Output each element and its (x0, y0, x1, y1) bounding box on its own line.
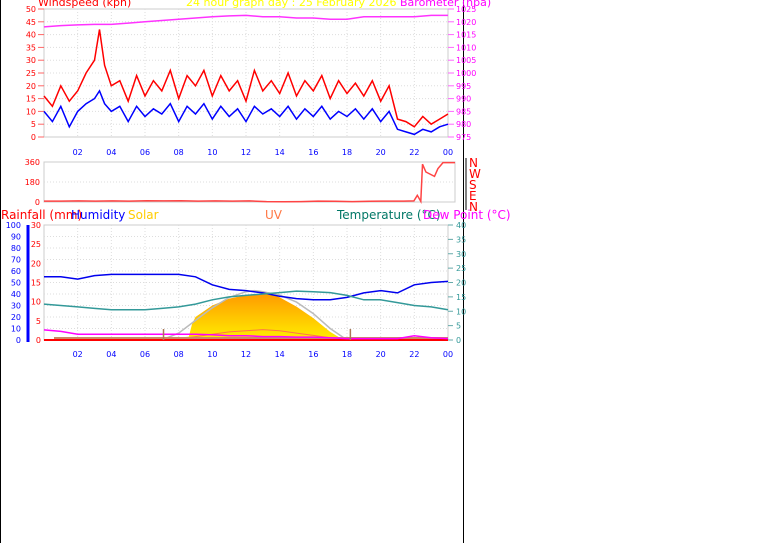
windspeed-tick: 20 (26, 82, 36, 91)
x-tick-label: 06 (140, 350, 150, 359)
legend-humidity: Humidity (71, 208, 126, 222)
humidity-tick: 50 (11, 279, 21, 288)
windspeed-tick: 25 (26, 69, 36, 78)
x-tick-label: 00 (443, 350, 453, 359)
plot-area (43, 161, 456, 203)
x-tick-label: 20 (376, 350, 386, 359)
x-tick-label: 00 (443, 148, 453, 157)
humidity-tick: 40 (11, 290, 21, 299)
x-tick-label: 18 (342, 148, 352, 157)
barometer-tick: 1015 (456, 31, 476, 40)
windspeed-tick: 40 (26, 31, 36, 40)
temperature-tick: 5 (456, 322, 461, 331)
rainfall-tick: 5 (36, 317, 41, 326)
barometer-tick: 995 (456, 82, 471, 91)
barometer-tick: 1020 (456, 18, 476, 27)
barometer-tick: 1005 (456, 56, 476, 65)
x-tick-label: 20 (376, 148, 386, 157)
barometer-tick: 990 (456, 95, 471, 104)
barometer-axis-label: Barometer (hpa) (400, 0, 492, 9)
humidity-tick: 90 (11, 233, 21, 242)
x-tick-label: 18 (342, 350, 352, 359)
windspeed-tick: 30 (26, 56, 36, 65)
rainfall-tick: 0 (36, 336, 41, 345)
windspeed-tick: 50 (26, 5, 36, 14)
wind-direction-tick: 180 (25, 178, 40, 187)
windspeed-tick: 10 (26, 107, 36, 116)
windspeed-tick: 15 (26, 95, 36, 104)
rainfall-tick: 25 (31, 240, 41, 249)
x-tick-label: 12 (241, 350, 251, 359)
temperature-tick: 10 (456, 307, 466, 316)
rainfall-tick: 20 (31, 259, 41, 268)
humidity-tick: 0 (16, 336, 21, 345)
legend-uv: UV (265, 208, 282, 222)
wind-direction-tick: 360 (25, 158, 40, 167)
legend-dew-point: Dew Point (°C) (423, 208, 511, 222)
wind-direction-tick: 0 (35, 198, 40, 207)
x-tick-label: 10 (207, 148, 217, 157)
barometer-tick: 985 (456, 107, 471, 116)
x-tick-label: 12 (241, 148, 251, 157)
temperature-tick: 30 (456, 250, 466, 259)
legend-rainfall: Rainfall (mm) (1, 208, 83, 222)
windspeed-tick: 0 (31, 133, 36, 142)
humidity-tick: 70 (11, 256, 21, 265)
x-tick-label: 06 (140, 148, 150, 157)
rainfall-tick: 30 (31, 221, 41, 230)
chart-title: 24 hour graph day : 25 February 2026 (186, 0, 397, 9)
x-tick-label: 22 (409, 350, 419, 359)
x-tick-label: 04 (106, 148, 116, 157)
barometer-tick: 1000 (456, 69, 476, 78)
temperature-tick: 15 (456, 293, 466, 302)
temperature-tick: 25 (456, 264, 466, 273)
x-tick-label: 10 (207, 350, 217, 359)
humidity-tick: 10 (11, 325, 21, 334)
x-tick-label: 08 (174, 148, 184, 157)
barometer-tick: 1010 (456, 43, 476, 52)
windspeed-tick: 35 (26, 43, 36, 52)
humidity-tick: 80 (11, 244, 21, 253)
x-tick-label: 14 (275, 350, 285, 359)
temperature-tick: 40 (456, 221, 466, 230)
temperature-tick: 20 (456, 279, 466, 288)
legend-solar: Solar (128, 208, 159, 222)
weather-graph: 0 5 10 15 20 25 30 35 40 45 50 975 980 985 990 995 1000 1… (0, 0, 761, 543)
chart-canvas: 0510152025303540455097598098599099510001… (6, 5, 481, 359)
temperature-tick: 35 (456, 235, 466, 244)
humidity-tick: 20 (11, 313, 21, 322)
windspeed-tick: 5 (31, 120, 36, 129)
x-tick-label: 02 (73, 148, 83, 157)
rainfall-tick: 15 (31, 279, 41, 288)
humidity-tick: 100 (6, 221, 21, 230)
x-tick-label: 22 (409, 148, 419, 157)
windspeed-axis-label: Windspeed (kph) (38, 0, 132, 9)
rainfall-tick: 10 (31, 298, 41, 307)
temperature-tick: 0 (456, 336, 461, 345)
x-tick-label: 04 (106, 350, 116, 359)
windspeed-tick: 45 (26, 18, 36, 27)
barometer-tick: 975 (456, 133, 471, 142)
humidity-tick: 60 (11, 267, 21, 276)
barometer-tick: 980 (456, 120, 471, 129)
humidity-tick: 30 (11, 302, 21, 311)
x-tick-label: 16 (308, 148, 318, 157)
x-tick-label: 16 (308, 350, 318, 359)
x-tick-label: 14 (275, 148, 285, 157)
x-tick-label: 02 (73, 350, 83, 359)
x-tick-label: 08 (174, 350, 184, 359)
